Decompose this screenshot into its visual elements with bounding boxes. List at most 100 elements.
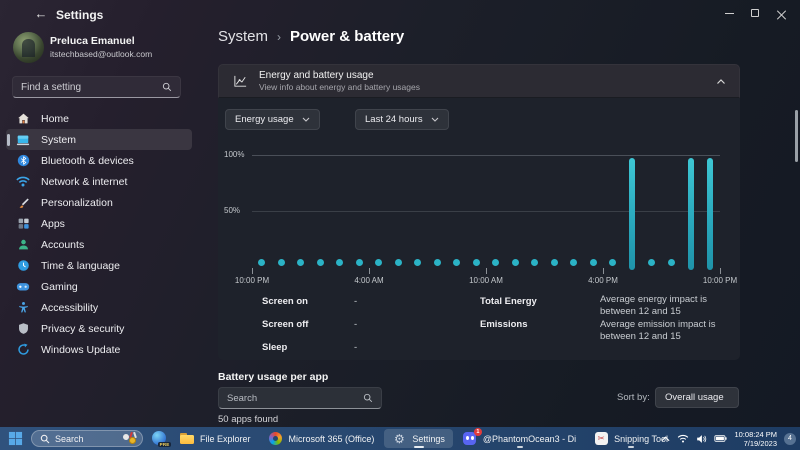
chart-dot <box>369 155 389 267</box>
breadcrumb-separator: › <box>277 30 281 44</box>
desktop: ← Settings Preluca Emanuel itstechbased@… <box>0 0 800 450</box>
sidebar-item-label: Bluetooth & devices <box>41 155 134 167</box>
sidebar-item-windows-update[interactable]: Windows Update <box>6 339 192 360</box>
sidebar-item-system[interactable]: System <box>6 129 192 150</box>
sort-value: Overall usage <box>665 392 724 403</box>
search-icon <box>162 82 172 92</box>
sidebar-nav: Home System Bluetooth & devices Network … <box>6 108 192 360</box>
search-icon <box>363 393 373 403</box>
sidebar-item-privacy-security[interactable]: Privacy & security <box>6 318 192 339</box>
search-icon <box>40 434 50 444</box>
sidebar-item-network-internet[interactable]: Network & internet <box>6 171 192 192</box>
clock-icon <box>16 259 30 273</box>
line-chart-icon <box>233 74 248 89</box>
taskbar-search[interactable]: Search <box>31 430 143 447</box>
sidebar-item-label: Personalization <box>41 197 113 209</box>
time-range-value: Last 24 hours <box>365 114 423 125</box>
notification-center-badge[interactable]: 4 <box>784 433 796 445</box>
taskbar-app-label: @PhantomOcean3 - Di <box>483 434 576 444</box>
stat-value: - <box>354 296 357 307</box>
chart-dot <box>603 155 623 267</box>
taskbar-app-discord[interactable]: 1 @PhantomOcean3 - Di <box>455 429 584 448</box>
chevron-down-icon <box>431 117 439 122</box>
volume-icon[interactable] <box>696 434 707 444</box>
close-button[interactable] <box>768 4 794 22</box>
sidebar-item-time-language[interactable]: Time & language <box>6 255 192 276</box>
taskbar-app-microsoft-365[interactable]: Microsoft 365 (Office) <box>261 429 383 448</box>
shield-icon <box>16 322 30 336</box>
chart-dot <box>350 155 370 267</box>
wifi-icon[interactable] <box>677 434 689 443</box>
copilot-button[interactable]: PRE <box>152 431 167 446</box>
scrollbar-thumb[interactable] <box>795 110 798 162</box>
chart-dot <box>311 155 331 267</box>
settings-window: ← Settings Preluca Emanuel itstechbased@… <box>0 0 800 427</box>
breadcrumb-root[interactable]: System <box>218 28 268 45</box>
taskbar-search-label: Search <box>55 434 123 444</box>
chart-dot <box>467 155 487 267</box>
maximize-button[interactable] <box>742 4 768 22</box>
account-name: Preluca Emanuel <box>50 35 135 47</box>
chevron-up-icon[interactable] <box>715 76 727 88</box>
sort-dropdown[interactable]: Overall usage <box>655 387 739 408</box>
microsoft-365-icon <box>269 432 282 445</box>
chart-bar <box>681 155 701 267</box>
chart-dot <box>252 155 272 267</box>
accessibility-icon <box>16 301 30 315</box>
sort-by-label: Sort by: <box>617 392 650 403</box>
breadcrumb: System › Power & battery <box>218 28 404 45</box>
taskbar-app-file-explorer[interactable]: File Explorer <box>172 429 259 448</box>
card-title: Energy and battery usage <box>259 70 420 82</box>
account-email: itstechbased@outlook.com <box>50 49 152 59</box>
tray-time: 10:08:24 PM <box>734 430 777 439</box>
wifi-icon <box>16 175 30 189</box>
gamepad-icon <box>16 280 30 294</box>
chevron-down-icon <box>302 117 310 122</box>
sidebar-item-personalization[interactable]: Personalization <box>6 192 192 213</box>
taskbar-app-label: Snipping Tool <box>614 434 668 444</box>
sidebar-item-bluetooth-devices[interactable]: Bluetooth & devices <box>6 150 192 171</box>
close-icon <box>777 9 786 18</box>
sidebar-item-label: Windows Update <box>41 344 120 356</box>
chart-dot <box>486 155 506 267</box>
battery-icon[interactable] <box>714 434 727 443</box>
usage-type-dropdown[interactable]: Energy usage <box>225 109 320 130</box>
maximize-icon <box>751 9 759 17</box>
y-tick-50: 50% <box>224 206 250 215</box>
time-range-dropdown[interactable]: Last 24 hours <box>355 109 449 130</box>
app-search-input[interactable] <box>227 393 363 404</box>
taskbar-app-label: Microsoft 365 (Office) <box>289 434 375 444</box>
chart-dot <box>662 155 682 267</box>
avatar[interactable] <box>13 32 44 63</box>
stat-label: Screen off <box>262 319 308 330</box>
energy-usage-card-header[interactable]: Energy and battery usage View info about… <box>218 64 740 98</box>
start-button[interactable] <box>8 431 23 446</box>
chart-dot <box>447 155 467 267</box>
taskbar-app-settings[interactable]: ⚙ Settings <box>384 429 453 448</box>
chart-dot <box>525 155 545 267</box>
chart-dot <box>272 155 292 267</box>
search-input[interactable] <box>21 82 162 93</box>
sidebar-item-label: Accounts <box>41 239 84 251</box>
chart-dot <box>428 155 448 267</box>
sidebar: Preluca Emanuel itstechbased@outlook.com… <box>0 26 200 427</box>
back-button[interactable]: ← <box>32 5 50 23</box>
taskbar-clock[interactable]: 10:08:24 PM 7/19/2023 <box>734 430 777 448</box>
chart-dot <box>330 155 350 267</box>
sidebar-item-label: Network & internet <box>41 176 127 188</box>
apps-icon <box>16 217 30 231</box>
sidebar-item-accounts[interactable]: Accounts <box>6 234 192 255</box>
minimize-button[interactable] <box>716 4 742 22</box>
sidebar-item-home[interactable]: Home <box>6 108 192 129</box>
apps-found-count: 50 apps found <box>218 414 278 425</box>
chart-dot <box>408 155 428 267</box>
sidebar-item-accessibility[interactable]: Accessibility <box>6 297 192 318</box>
stat-label: Screen on <box>262 296 308 307</box>
find-setting-search[interactable] <box>12 76 181 98</box>
sidebar-item-gaming[interactable]: Gaming <box>6 276 192 297</box>
chart-x-axis: 10:00 PM4:00 AM10:00 AM4:00 PM10:00 PM <box>252 267 720 287</box>
sidebar-item-apps[interactable]: Apps <box>6 213 192 234</box>
app-search-box[interactable] <box>218 387 382 409</box>
taskbar: Search PRE File Explorer Microsoft 365 (… <box>0 427 800 450</box>
hidden-icons-chevron[interactable] <box>661 436 670 442</box>
